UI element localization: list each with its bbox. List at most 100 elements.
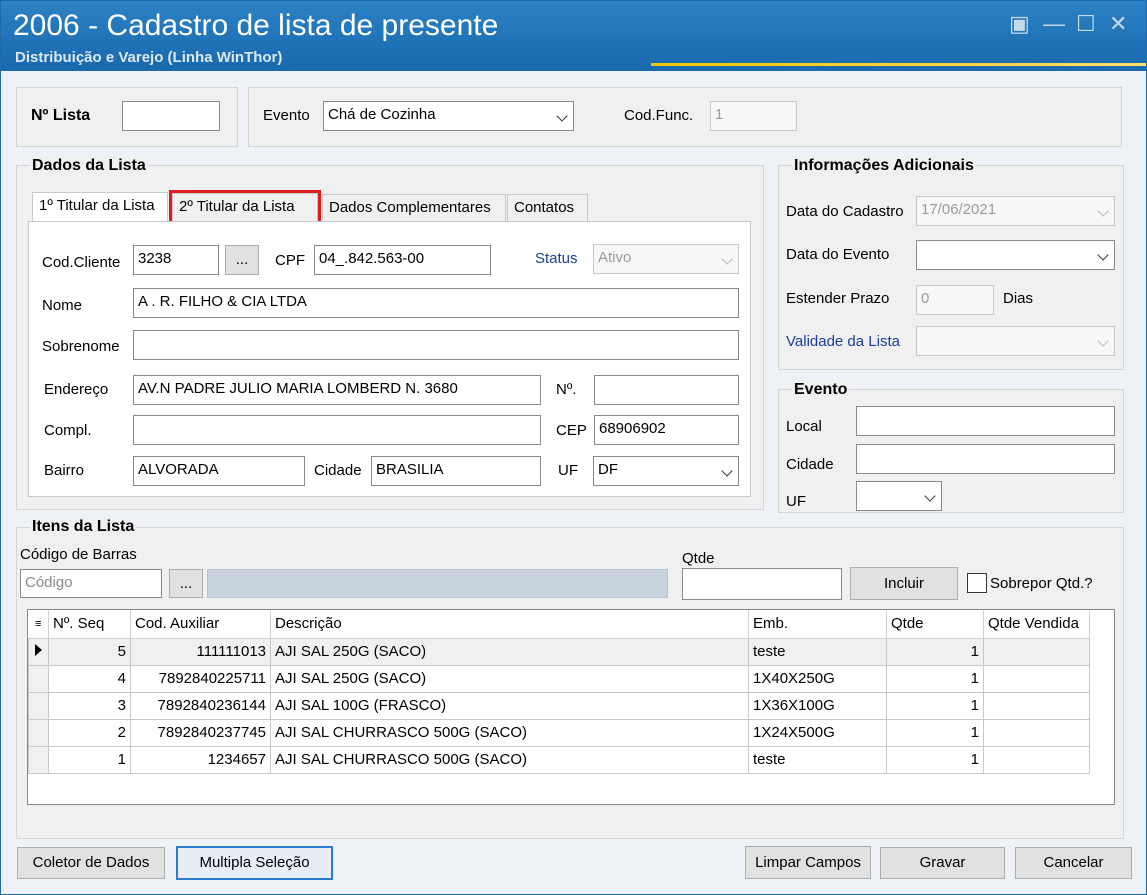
sobrepor-checkbox[interactable] — [967, 573, 987, 593]
column-header-cod-auxiliar[interactable]: Cod. Auxiliar — [130, 610, 271, 639]
cell-seq: 5 — [48, 637, 131, 666]
grid-menu-icon[interactable]: ≡ — [28, 610, 49, 639]
cidade-input[interactable]: BRASILIA — [371, 456, 541, 486]
cell-vendida — [983, 718, 1090, 747]
coletor-dados-button[interactable]: Coletor de Dados — [17, 847, 165, 879]
itens-grid[interactable]: ≡ Nº. Seq Cod. Auxiliar Descrição Emb. Q… — [27, 609, 1115, 805]
table-row[interactable]: 1 1234657 AJI SAL CHURRASCO 500G (SACO) … — [28, 745, 1090, 774]
table-row[interactable]: 2 7892840237745 AJI SAL CHURRASCO 500G (… — [28, 718, 1090, 747]
cell-vendida — [983, 637, 1090, 666]
table-row[interactable]: 3 7892840236144 AJI SAL 100G (FRASCO) 1X… — [28, 691, 1090, 720]
cell-qtde: 1 — [886, 691, 984, 720]
title-accent-bar — [651, 63, 1146, 66]
evento-cidade-input[interactable] — [856, 444, 1115, 474]
numero-lista-label: Nº Lista — [31, 107, 91, 124]
compl-input[interactable] — [133, 415, 541, 445]
cell-cod: 7892840225711 — [130, 664, 271, 693]
chevron-down-icon — [1097, 335, 1109, 347]
tab-2-titular[interactable]: 2º Titular da Lista — [169, 190, 321, 224]
cell-desc: AJI SAL 250G (SACO) — [270, 664, 749, 693]
tab-contatos[interactable]: Contatos — [507, 194, 588, 222]
endereco-input[interactable]: AV.N PADRE JULIO MARIA LOMBERD N. 3680 — [133, 375, 541, 405]
bairro-input[interactable]: ALVORADA — [133, 456, 305, 486]
codigo-barras-input[interactable]: Código — [20, 569, 162, 598]
cpf-label: CPF — [275, 252, 305, 269]
cancelar-button[interactable]: Cancelar — [1015, 847, 1132, 879]
cell-emb: 1X24X500G — [748, 718, 887, 747]
cod-func-input[interactable]: 1 — [710, 101, 797, 131]
column-header-descricao[interactable]: Descrição — [270, 610, 749, 639]
sobrepor-label: Sobrepor Qtd.? — [990, 575, 1093, 592]
qtde-input[interactable] — [682, 568, 842, 600]
sobrenome-input[interactable] — [133, 330, 739, 360]
status-select[interactable]: Ativo — [593, 244, 739, 274]
window-subtitle: Distribuição e Varejo (Linha WinThor) — [15, 49, 283, 66]
evento-select[interactable]: Chá de Cozinha — [323, 101, 574, 131]
cep-label: CEP — [556, 422, 587, 439]
cod-cliente-input[interactable]: 3238 — [133, 245, 219, 275]
cep-input[interactable]: 68906902 — [594, 415, 739, 445]
estender-prazo-input[interactable]: 0 — [916, 285, 994, 315]
data-cadastro-picker[interactable]: 17/06/2021 — [916, 196, 1115, 226]
limpar-campos-button[interactable]: Limpar Campos — [745, 846, 871, 879]
cell-qtde: 1 — [886, 718, 984, 747]
cell-seq: 1 — [48, 745, 131, 774]
cell-cod: 1234657 — [130, 745, 271, 774]
close-icon[interactable]: ✕ — [1109, 11, 1127, 37]
incluir-button[interactable]: Incluir — [850, 567, 958, 600]
cell-desc: AJI SAL CHURRASCO 500G (SACO) — [270, 718, 749, 747]
data-evento-picker[interactable] — [916, 240, 1115, 270]
validade-select[interactable] — [916, 326, 1115, 356]
qtde-label: Qtde — [682, 550, 715, 567]
info-adicionais-title: Informações Adicionais — [792, 157, 976, 175]
restore-icon[interactable]: ▣ — [1009, 11, 1030, 37]
nome-input[interactable]: A . R. FILHO & CIA LTDA — [133, 288, 739, 318]
tab-1-titular[interactable]: 1º Titular da Lista — [32, 192, 168, 222]
cell-qtde: 1 — [886, 637, 984, 666]
minimize-icon[interactable]: — — [1043, 11, 1065, 37]
column-header-qtde-vendida[interactable]: Qtde Vendida — [983, 610, 1090, 639]
produto-descricao-field — [207, 569, 668, 598]
status-label: Status — [535, 250, 578, 267]
chevron-down-icon — [721, 465, 733, 477]
numero-lista-input[interactable] — [122, 101, 220, 131]
column-header-seq[interactable]: Nº. Seq — [48, 610, 131, 639]
local-input[interactable] — [856, 406, 1115, 436]
codigo-browse-button[interactable]: ... — [169, 569, 203, 598]
cell-vendida — [983, 745, 1090, 774]
column-header-emb[interactable]: Emb. — [748, 610, 887, 639]
maximize-icon[interactable]: ☐ — [1076, 11, 1096, 37]
table-row[interactable]: 5 111111013 AJI SAL 250G (SACO) teste 1 — [28, 637, 1090, 666]
numero-input[interactable] — [594, 375, 739, 405]
column-header-qtde[interactable]: Qtde — [886, 610, 984, 639]
cpf-input[interactable]: 04_.842.563-00 — [314, 245, 491, 275]
cell-cod: 111111013 — [130, 637, 271, 666]
row-indicator — [28, 691, 49, 720]
cidade-label: Cidade — [314, 462, 362, 479]
data-cadastro-value: 17/06/2021 — [921, 201, 997, 218]
cell-cod: 7892840236144 — [130, 691, 271, 720]
cell-vendida — [983, 664, 1090, 693]
endereco-label: Endereço — [44, 381, 109, 398]
cell-desc: AJI SAL 100G (FRASCO) — [270, 691, 749, 720]
evento-uf-select[interactable] — [856, 481, 942, 511]
cell-emb: 1X40X250G — [748, 664, 887, 693]
itens-table: ≡ Nº. Seq Cod. Auxiliar Descrição Emb. Q… — [28, 610, 1090, 774]
multipla-selecao-button[interactable]: Multipla Seleção — [176, 846, 333, 880]
status-select-value: Ativo — [598, 249, 632, 266]
uf-label: UF — [558, 462, 578, 479]
local-label: Local — [786, 418, 822, 435]
title-bar[interactable]: 2006 - Cadastro de lista de presente Dis… — [1, 1, 1146, 71]
dados-lista-title: Dados da Lista — [30, 157, 148, 175]
nome-label: Nome — [42, 297, 83, 314]
gravar-button[interactable]: Gravar — [880, 847, 1005, 879]
table-row[interactable]: 4 7892840225711 AJI SAL 250G (SACO) 1X40… — [28, 664, 1090, 693]
chevron-down-icon — [924, 490, 936, 502]
window-title: 2006 - Cadastro de lista de presente — [13, 9, 499, 42]
data-evento-label: Data do Evento — [786, 246, 890, 263]
tab-dados-complementares[interactable]: Dados Complementares — [322, 194, 506, 222]
cell-seq: 2 — [48, 718, 131, 747]
cliente-browse-button[interactable]: ... — [225, 245, 259, 275]
uf-select[interactable]: DF — [593, 456, 739, 486]
cell-seq: 4 — [48, 664, 131, 693]
